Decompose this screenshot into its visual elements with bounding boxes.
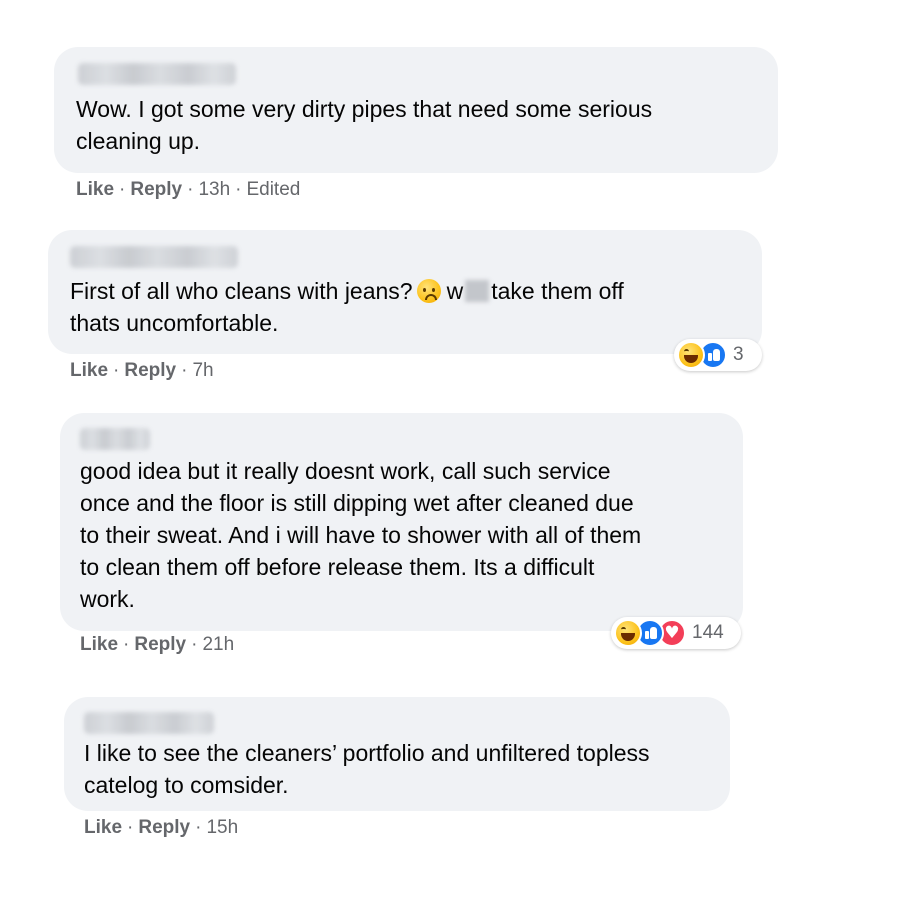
reaction-count: 144	[692, 622, 724, 643]
timestamp[interactable]: 21h	[202, 634, 234, 655]
reaction-summary[interactable]: 144	[611, 617, 741, 649]
reply-button[interactable]: Reply	[124, 360, 176, 381]
comment-actions: Like · Reply · 21h	[80, 634, 235, 655]
like-button[interactable]: Like	[76, 179, 114, 200]
reply-button[interactable]: Reply	[130, 179, 182, 200]
comment-text: Wow. I got some very dirty pipes that ne…	[76, 96, 653, 154]
timestamp[interactable]: 13h	[198, 179, 230, 200]
reaction-count: 3	[733, 344, 744, 365]
author-name-redacted[interactable]	[84, 712, 214, 734]
like-button[interactable]: Like	[80, 634, 118, 655]
comment-actions: Like · Reply · 13h · Edited	[76, 179, 301, 200]
reply-button[interactable]: Reply	[134, 634, 186, 655]
comment-actions: Like · Reply · 15h	[84, 817, 239, 838]
comment-text: good idea but it really doesnt work, cal…	[80, 458, 642, 612]
reply-button[interactable]: Reply	[138, 817, 190, 838]
author-name-redacted[interactable]	[70, 246, 238, 268]
haha-icon	[614, 619, 642, 647]
timestamp[interactable]: 15h	[206, 817, 238, 838]
worried-face-emoji-icon	[416, 279, 441, 303]
author-name-redacted[interactable]	[78, 63, 236, 85]
comment-actions: Like · Reply · 7h	[70, 360, 214, 381]
author-name-redacted[interactable]	[80, 428, 150, 450]
edited-label: Edited	[246, 179, 301, 200]
comment-text: First of all who cleans with jeans? w take…	[70, 278, 624, 336]
censored-text	[465, 280, 490, 302]
comment-text: I like to see the cleaners’ portfolio an…	[84, 740, 650, 798]
timestamp[interactable]: 7h	[192, 360, 213, 381]
like-button[interactable]: Like	[84, 817, 122, 838]
haha-icon	[677, 341, 705, 369]
reaction-summary[interactable]: 3	[674, 339, 762, 371]
like-button[interactable]: Like	[70, 360, 108, 381]
